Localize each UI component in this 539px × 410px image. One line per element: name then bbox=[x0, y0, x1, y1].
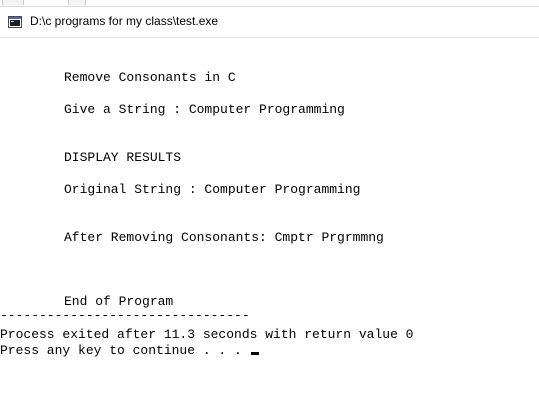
input-prompt-line: Give a String : Computer Programming bbox=[64, 102, 345, 117]
process-exit-line: Process exited after 11.3 seconds with r… bbox=[0, 327, 414, 342]
console-app-icon bbox=[8, 16, 22, 28]
text-cursor bbox=[250, 352, 259, 355]
press-key-text: Press any key to continue . . . bbox=[0, 343, 250, 358]
separator-line: -------------------------------- bbox=[0, 308, 250, 323]
window-title: D:\c programs for my class\test.exe bbox=[30, 14, 219, 28]
press-key-line: Press any key to continue . . . bbox=[0, 343, 259, 359]
background-tab[interactable] bbox=[68, 0, 86, 5]
results-header: DISPLAY RESULTS bbox=[64, 150, 182, 165]
title-bar[interactable]: D:\c programs for my class\test.exe bbox=[0, 7, 539, 38]
console-window: D:\c programs for my class\test.exe Remo… bbox=[0, 0, 539, 410]
console-output[interactable]: Remove Consonants in C Give a String : C… bbox=[0, 38, 539, 410]
taskbar-strip bbox=[0, 0, 539, 7]
original-string-line: Original String : Computer Programming bbox=[64, 182, 361, 197]
program-heading: Remove Consonants in C bbox=[64, 70, 236, 85]
result-line: After Removing Consonants: Cmptr Prgrmmn… bbox=[64, 230, 384, 245]
background-tab[interactable] bbox=[2, 0, 24, 5]
